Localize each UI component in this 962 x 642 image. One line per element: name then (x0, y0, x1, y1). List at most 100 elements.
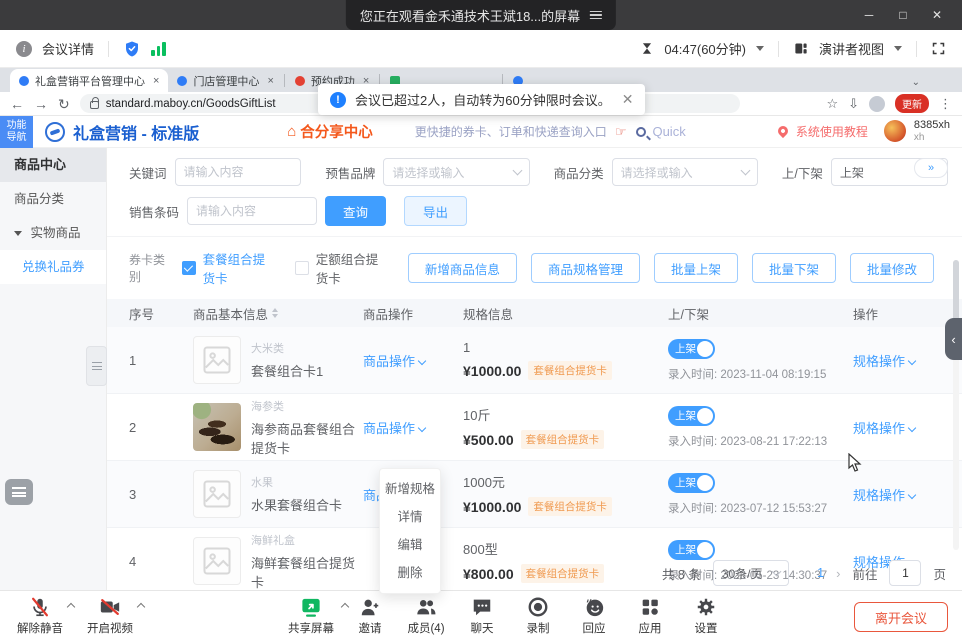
record-button[interactable]: 录制 (510, 595, 566, 636)
barcode-input[interactable] (187, 197, 317, 225)
sidebar-item-gift-voucher[interactable]: 兑换礼品券 (0, 250, 106, 284)
nav-label-1: 功能 (7, 120, 27, 132)
toast-close-icon[interactable]: ✕ (622, 91, 634, 108)
back-icon[interactable]: ← (10, 97, 24, 111)
meeting-details-link[interactable]: 会议详情 (42, 39, 94, 58)
members-button[interactable]: 成员(4) (398, 595, 454, 636)
batch-on-button[interactable]: 批量上架 (654, 253, 738, 283)
sidebar-collapse-handle[interactable] (86, 346, 107, 386)
view-dropdown-icon[interactable] (894, 46, 902, 51)
start-video-button[interactable]: 开启视频 (82, 595, 138, 636)
brand-select[interactable]: 请选择或输入 (383, 158, 529, 186)
timer-dropdown-icon[interactable] (756, 46, 764, 51)
page-size-select[interactable]: 30条/页 (713, 560, 789, 586)
sort-icon[interactable] (272, 308, 278, 318)
toast-info-icon: ! (330, 92, 346, 108)
bookmark-star-icon[interactable]: ☆ (826, 96, 838, 112)
product-ops-link[interactable]: 商品操作 (363, 418, 463, 437)
tab-close-icon[interactable]: × (267, 75, 273, 87)
toggle-knob (697, 341, 713, 357)
menu-item-delete[interactable]: 删除 (380, 559, 440, 587)
status-toggle[interactable]: 上架 (668, 540, 715, 560)
browser-tab[interactable]: 门店管理中心 × (168, 69, 282, 92)
quick-label[interactable]: Quick (652, 124, 685, 139)
download-icon[interactable]: ⇩ (848, 96, 859, 112)
mic-options-chevron[interactable] (67, 603, 75, 611)
spec-price: ¥500.00 (463, 432, 514, 448)
spec-ops-link[interactable]: 规格操作 (853, 485, 962, 504)
sidebar-item-physical-goods[interactable]: 实物商品 (0, 216, 106, 250)
batch-edit-button[interactable]: 批量修改 (850, 253, 934, 283)
add-product-button[interactable]: 新增商品信息 (408, 253, 517, 283)
browser-tab-active[interactable]: 礼盒营销平台管理中心 × (10, 69, 168, 92)
leave-meeting-button[interactable]: 离开会议 (854, 602, 948, 632)
next-page-icon[interactable]: › (836, 566, 840, 581)
menu-item-add-spec[interactable]: 新增规格 (380, 475, 440, 503)
tab-close-icon[interactable]: × (153, 75, 159, 87)
cardtype-option-checked[interactable]: 套餐组合提货卡 (182, 249, 269, 287)
video-options-chevron[interactable] (137, 603, 145, 611)
search-button[interactable]: 查询 (325, 196, 386, 226)
status-toggle[interactable]: 上架 (668, 473, 715, 493)
share-center-link[interactable]: ⌂ 合分享中心 (287, 121, 373, 142)
chat-button[interactable]: 聊天 (454, 595, 510, 636)
spec-manage-button[interactable]: 商品规格管理 (531, 253, 640, 283)
table-scrollbar[interactable] (953, 260, 959, 550)
banner-menu-icon[interactable] (590, 11, 602, 20)
reload-icon[interactable]: ↻ (58, 97, 70, 111)
export-button[interactable]: 导出 (404, 196, 467, 226)
watching-banner[interactable]: 您正在观看金禾通技术王斌18...的屏幕 (346, 0, 616, 30)
category-select[interactable]: 请选择或输入 (612, 158, 758, 186)
function-nav-button[interactable]: 功能 导航 (0, 116, 33, 148)
tab-list-chevron-icon[interactable]: ⌄ (912, 77, 920, 88)
reactions-button[interactable]: 回应 (566, 595, 622, 636)
network-signal-icon[interactable] (151, 42, 166, 56)
screen: 您正在观看金禾通技术王斌18...的屏幕 ─ □ ✕ i 会议详情 04:47(… (0, 0, 962, 642)
unmute-button[interactable]: 解除静音 (12, 595, 68, 636)
spec-tag: 套餐组合提货卡 (528, 361, 612, 380)
close-button[interactable]: ✕ (920, 0, 954, 30)
status-toggle[interactable]: 上架 (668, 406, 715, 426)
menu-item-edit[interactable]: 编辑 (380, 531, 440, 559)
col-product-ops: 商品操作 (363, 304, 463, 323)
product-ops-link[interactable]: 商品操作 (363, 351, 463, 370)
checkbox-checked-icon[interactable] (182, 261, 196, 275)
security-shield-icon[interactable] (123, 40, 141, 58)
floating-list-button[interactable] (5, 479, 33, 505)
spec-ops-link[interactable]: 规格操作 (853, 418, 962, 437)
minimize-button[interactable]: ─ (852, 0, 886, 30)
main-panel: 关键词 预售品牌 请选择或输入 商品分类 请选择或输入 上/下架 (107, 148, 962, 590)
collapse-filters-button[interactable]: » (914, 158, 948, 178)
browser-menu-icon[interactable]: ⋮ (939, 96, 952, 112)
browser-profile-avatar[interactable] (869, 96, 885, 112)
keyword-input[interactable] (175, 158, 302, 186)
mouse-cursor (848, 453, 862, 478)
fullscreen-icon[interactable] (931, 41, 946, 56)
maximize-button[interactable]: □ (886, 0, 920, 30)
right-panel-handle[interactable]: ‹ (945, 318, 962, 360)
user-avatar[interactable] (884, 120, 906, 142)
current-page[interactable]: 1 (817, 566, 824, 580)
product-category: 水果 (251, 474, 342, 490)
menu-item-details[interactable]: 详情 (380, 503, 440, 531)
status-toggle[interactable]: 上架 (668, 339, 715, 359)
tutorial-link[interactable]: 系统使用教程 (796, 123, 868, 140)
sidebar-item-goods-category[interactable]: 商品分类 (0, 182, 106, 216)
watching-text: 您正在观看金禾通技术王斌18...的屏幕 (360, 6, 580, 25)
share-screen-button[interactable]: 共享屏幕 (280, 595, 342, 636)
toggle-knob (697, 408, 713, 424)
browser-update-badge[interactable]: 更新 (895, 94, 929, 113)
settings-button[interactable]: 设置 (678, 595, 734, 636)
goto-page-input[interactable] (889, 560, 921, 586)
prev-page-icon[interactable]: ‹ (801, 566, 805, 581)
col-basic-info[interactable]: 商品基本信息 (193, 304, 363, 323)
cardtype-option-unchecked[interactable]: 定额组合提货卡 (295, 249, 382, 287)
batch-off-button[interactable]: 批量下架 (752, 253, 836, 283)
quick-search-icon[interactable] (636, 127, 646, 137)
app-title: 礼盒营销 - 标准版 (73, 120, 199, 144)
invite-button[interactable]: 邀请 (342, 595, 398, 636)
checkbox-unchecked-icon[interactable] (295, 261, 309, 275)
forward-icon[interactable]: → (34, 97, 48, 111)
view-mode-selector[interactable]: 演讲者视图 (819, 39, 884, 58)
apps-button[interactable]: 应用 (622, 595, 678, 636)
